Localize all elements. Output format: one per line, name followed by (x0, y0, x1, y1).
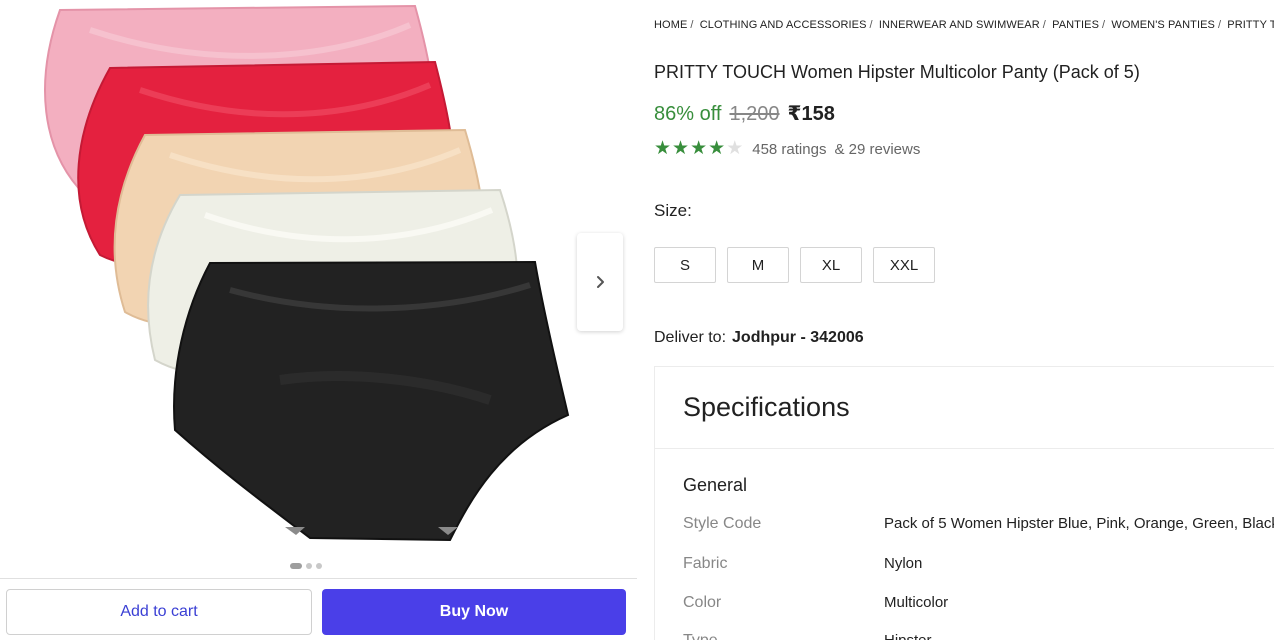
delivery-location[interactable]: Deliver to: Jodhpur - 342006 (654, 329, 864, 347)
spec-group-title: General (683, 475, 748, 495)
specifications-header: Specifications (655, 367, 1274, 449)
breadcrumb-innerwear[interactable]: INNERWEAR AND SWIMWEAR (879, 19, 1040, 31)
spec-row-color: Color Multicolor (683, 594, 948, 612)
size-selector: S M XL XXL (654, 247, 935, 283)
delivery-pincode: Jodhpur - 342006 (732, 329, 864, 346)
product-details: HOME / CLOTHING AND ACCESSORIES / INNERWEA… (654, 0, 1274, 640)
spec-row-style-code: Style Code Pack of 5 Women Hipster Blue,… (683, 515, 1274, 533)
breadcrumb-separator: / (1042, 19, 1046, 31)
original-price: 1,200 (729, 103, 780, 125)
breadcrumb-separator: / (869, 19, 873, 31)
breadcrumb: HOME / CLOTHING AND ACCESSORIES / INNERWEA… (654, 19, 1274, 31)
spec-row-type: Type Hipster (683, 632, 932, 640)
star-icon: ★ (672, 138, 690, 159)
breadcrumb-separator: / (1102, 19, 1106, 31)
discount-badge: 86% off (654, 103, 722, 125)
size-option-s[interactable]: S (654, 247, 716, 283)
chevron-right-icon (597, 276, 604, 288)
carousel-dot[interactable] (290, 563, 302, 569)
breadcrumb-home[interactable]: HOME (654, 19, 687, 31)
price-row: 86% off 1,200 ₹158 (654, 101, 835, 126)
spec-value: Hipster (884, 632, 932, 640)
buy-now-button[interactable]: Buy Now (322, 589, 626, 635)
product-gallery: Add to cart Buy Now (0, 0, 637, 640)
carousel-dot[interactable] (306, 563, 312, 569)
product-image[interactable] (30, 0, 590, 560)
deliver-label: Deliver to: (654, 329, 727, 346)
carousel-dot[interactable] (316, 563, 322, 569)
star-rating: ★ ★ ★ ★ ★ (654, 139, 743, 159)
specifications-title: Specifications (683, 392, 850, 422)
spec-value: Nylon (884, 555, 923, 572)
star-icon: ★ (690, 138, 708, 159)
spec-value: Pack of 5 Women Hipster Blue, Pink, Oran… (884, 515, 1274, 532)
breadcrumb-panties[interactable]: PANTIES (1052, 19, 1099, 31)
breadcrumb-clothing[interactable]: CLOTHING AND ACCESSORIES (700, 19, 867, 31)
next-image-button[interactable] (577, 233, 623, 331)
reviews-count: & 29 reviews (834, 140, 921, 158)
specifications-card: Specifications General Style Code Pack o… (654, 366, 1274, 640)
action-bar: Add to cart Buy Now (0, 578, 637, 640)
size-label: Size: (654, 201, 692, 220)
spec-row-fabric: Fabric Nylon (683, 555, 922, 573)
add-to-cart-button[interactable]: Add to cart (6, 589, 312, 635)
size-option-xl[interactable]: XL (800, 247, 862, 283)
carousel-dots (290, 563, 322, 569)
size-option-xxl[interactable]: XXL (873, 247, 935, 283)
selling-price: ₹158 (787, 103, 835, 125)
rating-row[interactable]: ★ ★ ★ ★ ★ 458 ratings & 29 reviews (654, 139, 920, 159)
spec-key: Type (683, 632, 884, 640)
ratings-count: 458 ratings (752, 140, 827, 158)
breadcrumb-womens-panties[interactable]: WOMEN'S PANTIES (1111, 19, 1215, 31)
spec-key: Fabric (683, 555, 728, 572)
spec-value: Multicolor (884, 594, 949, 611)
star-icon: ★ (708, 138, 726, 159)
spec-key: Color (683, 594, 722, 611)
star-icon: ★ (726, 138, 744, 159)
breadcrumb-separator: / (1217, 19, 1222, 31)
panty-black (173, 260, 570, 542)
breadcrumb-separator: / (690, 19, 694, 31)
size-option-m[interactable]: M (727, 247, 789, 283)
spec-key: Style Code (683, 515, 762, 532)
product-title: PRITTY TOUCH Women Hipster Multicolor Pa… (654, 62, 1140, 82)
breadcrumb-brand[interactable]: PRITTY TOUCH PANTIES (1227, 19, 1274, 31)
star-icon: ★ (654, 138, 672, 159)
